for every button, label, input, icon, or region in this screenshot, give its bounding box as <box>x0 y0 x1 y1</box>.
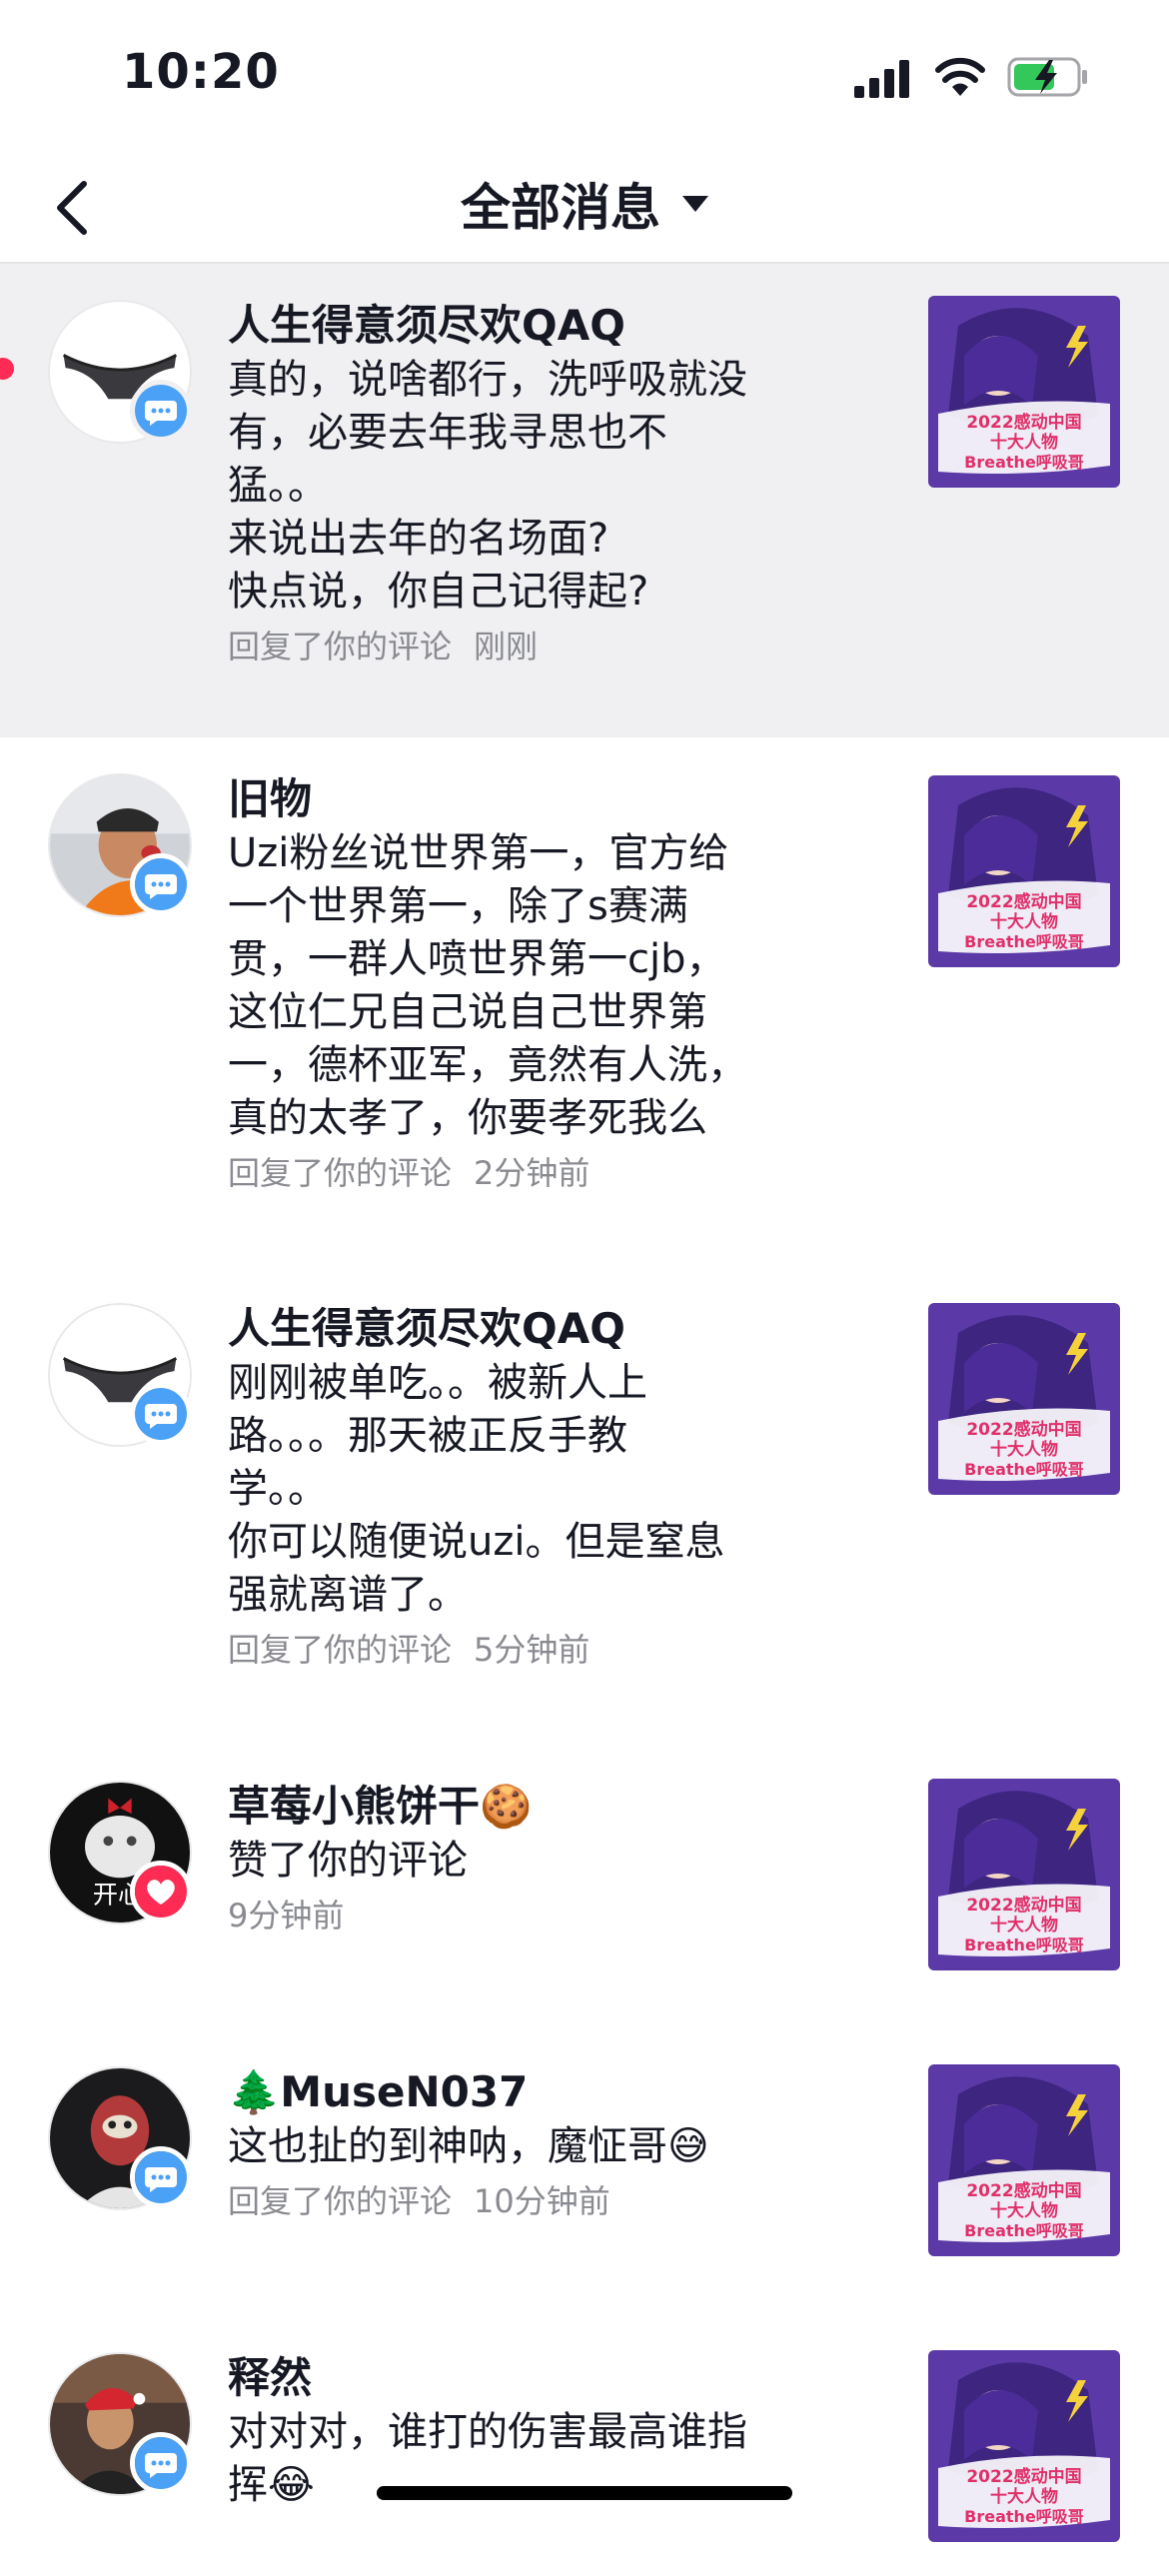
svg-text:Breathe呼吸哥: Breathe呼吸哥 <box>964 1935 1084 1954</box>
battery-charging-icon <box>1007 57 1087 97</box>
comment-badge <box>130 380 192 442</box>
svg-text:2022感动中国: 2022感动中国 <box>966 1895 1081 1916</box>
status-time: 10:20 <box>122 44 280 100</box>
message-list: 人生得意须尽欢QAQ 真的，说啥都行，洗呼吸就没 有，必要去年我寻思也不 猛。。 来说… <box>0 264 1169 2576</box>
message-meta: 回复了你的评论 10分钟前 <box>228 2182 610 2220</box>
message-item[interactable]: 人生得意须尽欢QAQ 真的，说啥都行，洗呼吸就没 有，必要去年我寻思也不 猛。。 来说… <box>0 264 1169 737</box>
comment-badge <box>130 2146 192 2208</box>
message-meta: 回复了你的评论 2分钟前 <box>228 1154 590 1192</box>
svg-text:2022感动中国: 2022感动中国 <box>966 2466 1081 2487</box>
svg-text:十大人物: 十大人物 <box>990 2200 1058 2221</box>
svg-text:Breathe呼吸哥: Breathe呼吸哥 <box>964 932 1084 951</box>
comment-icon <box>135 2151 187 2203</box>
heart-icon <box>135 1866 187 1918</box>
svg-text:十大人物: 十大人物 <box>990 1915 1058 1935</box>
message-text: Uzi粉丝说世界第一，官方给 一个世界第一，除了s赛满 贯，一群人喷世界第一cjb，… <box>228 830 747 1141</box>
sender-name[interactable]: 人生得意须尽欢QAQ <box>228 298 837 354</box>
nav-bar: 全部消息 <box>0 150 1169 264</box>
svg-text:2022感动中国: 2022感动中国 <box>966 1419 1081 1440</box>
sender-name[interactable]: 🌲MuseN037 <box>228 2064 837 2120</box>
message-item[interactable]: 释然 对对对，谁打的伤害最高谁指 挥😂 2022感动中国 十大人物 Breathe… <box>0 2316 1169 2576</box>
message-text: 赞了你的评论 <box>228 1838 468 1884</box>
timestamp: 9分钟前 <box>228 1897 345 1934</box>
wifi-icon <box>935 57 985 96</box>
svg-text:2022感动中国: 2022感动中国 <box>966 2180 1081 2201</box>
comment-icon <box>135 385 187 437</box>
thumbnail-image: 2022感动中国 十大人物 Breathe呼吸哥 <box>928 296 1120 488</box>
svg-text:Breathe呼吸哥: Breathe呼吸哥 <box>964 1460 1084 1479</box>
thumbnail-image: 2022感动中国 十大人物 Breathe呼吸哥 <box>928 1779 1120 1970</box>
timestamp: 2分钟前 <box>474 1154 590 1192</box>
message-text: 这也扯的到神呐，魔怔哥😅 <box>228 2123 709 2169</box>
message-text: 真的，说啥都行，洗呼吸就没 有，必要去年我寻思也不 猛。。 来说出去年的名场面? 快点说… <box>228 357 747 615</box>
message-meta: 9分钟前 <box>228 1892 837 1939</box>
page-title: 全部消息 <box>461 179 660 237</box>
svg-text:十大人物: 十大人物 <box>990 432 1058 453</box>
status-bar: 10:20 <box>0 0 1169 150</box>
svg-text:2022感动中国: 2022感动中国 <box>966 412 1081 433</box>
video-thumbnail[interactable]: 2022感动中国 十大人物 Breathe呼吸哥 <box>928 1779 1120 1970</box>
sender-name[interactable]: 草莓小熊饼干🍪 <box>228 1779 837 1835</box>
message-text: 刚刚被单吃。。被新人上 路。。。那天被正反手教 学。。 你可以随便说uzi。但是窒息强… <box>228 1360 725 1618</box>
sender-name[interactable]: 旧物 <box>228 771 837 827</box>
unread-dot <box>0 358 14 380</box>
svg-text:Breathe呼吸哥: Breathe呼吸哥 <box>964 2507 1084 2526</box>
video-thumbnail[interactable]: 2022感动中国 十大人物 Breathe呼吸哥 <box>928 2350 1120 2542</box>
timestamp: 5分钟前 <box>474 1631 590 1669</box>
comment-badge <box>130 1383 192 1445</box>
message-item[interactable]: 旧物 Uzi粉丝说世界第一，官方给 一个世界第一，除了s赛满 贯，一群人喷世界第一c… <box>0 737 1169 1267</box>
timestamp: 刚刚 <box>474 628 539 665</box>
sender-name[interactable]: 人生得意须尽欢QAQ <box>228 1301 837 1357</box>
message-filter-dropdown[interactable]: 全部消息 <box>0 168 1169 240</box>
svg-text:十大人物: 十大人物 <box>990 911 1058 932</box>
svg-text:Breathe呼吸哥: Breathe呼吸哥 <box>964 453 1084 472</box>
timestamp: 10分钟前 <box>474 2182 610 2220</box>
thumbnail-image: 2022感动中国 十大人物 Breathe呼吸哥 <box>928 2064 1120 2256</box>
comment-icon <box>135 2437 187 2489</box>
message-item[interactable]: 🌲MuseN037 这也扯的到神呐，魔怔哥😅 回复了你的评论 10分钟前 2022… <box>0 2030 1169 2316</box>
svg-text:十大人物: 十大人物 <box>990 2486 1058 2507</box>
thumbnail-image: 2022感动中国 十大人物 Breathe呼吸哥 <box>928 1303 1120 1495</box>
video-thumbnail[interactable]: 2022感动中国 十大人物 Breathe呼吸哥 <box>928 296 1120 488</box>
svg-text:Breathe呼吸哥: Breathe呼吸哥 <box>964 2221 1084 2240</box>
cellular-signal-icon <box>854 60 909 98</box>
svg-text:2022感动中国: 2022感动中国 <box>966 891 1081 912</box>
sender-name[interactable]: 释然 <box>228 2350 837 2406</box>
comment-icon <box>135 858 187 910</box>
caret-down-icon <box>682 196 708 212</box>
message-item[interactable]: 人生得意须尽欢QAQ 刚刚被单吃。。被新人上 路。。。那天被正反手教 学。。 你可以随… <box>0 1267 1169 1745</box>
video-thumbnail[interactable]: 2022感动中国 十大人物 Breathe呼吸哥 <box>928 775 1120 967</box>
video-thumbnail[interactable]: 2022感动中国 十大人物 Breathe呼吸哥 <box>928 1303 1120 1495</box>
message-meta: 回复了你的评论 5分钟前 <box>228 1631 590 1669</box>
video-thumbnail[interactable]: 2022感动中国 十大人物 Breathe呼吸哥 <box>928 2064 1120 2256</box>
thumbnail-image: 2022感动中国 十大人物 Breathe呼吸哥 <box>928 2350 1120 2542</box>
thumbnail-image: 2022感动中国 十大人物 Breathe呼吸哥 <box>928 775 1120 967</box>
like-badge <box>130 1861 192 1923</box>
message-item[interactable]: 开心 草莓小熊饼干🍪 赞了你的评论 9分钟前 2022感动中国 十大人物 Bre… <box>0 1745 1169 2030</box>
home-indicator[interactable] <box>377 2486 792 2500</box>
comment-badge <box>130 853 192 915</box>
message-meta: 回复了你的评论 刚刚 <box>228 628 539 665</box>
comment-icon <box>135 1388 187 1440</box>
svg-text:十大人物: 十大人物 <box>990 1439 1058 1460</box>
comment-badge <box>130 2432 192 2494</box>
